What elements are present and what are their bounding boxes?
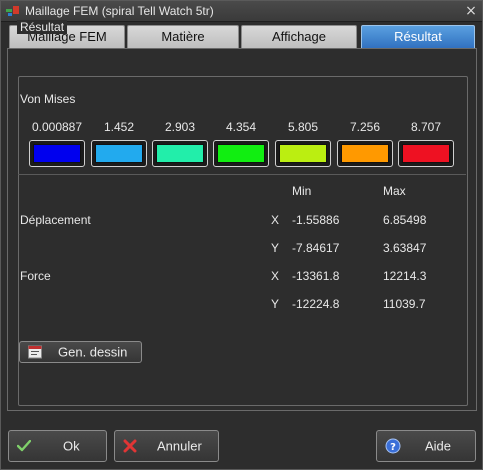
axis-label: Y (271, 241, 280, 255)
max-header: Max (383, 184, 406, 198)
dialog-window: Maillage FEM (spiral Tell Watch 5tr) × M… (0, 0, 483, 470)
gen-dessin-button[interactable]: Gen. dessin (19, 341, 142, 363)
cancel-label: Annuler (157, 438, 202, 454)
row-label-force: Force (20, 269, 51, 283)
min-value: -13361.8 (292, 269, 340, 283)
min-value: -1.55886 (292, 213, 340, 227)
tab-matiere[interactable]: Matière (127, 25, 239, 49)
max-value: 6.85498 (383, 213, 427, 227)
color-swatch-2[interactable] (152, 140, 208, 167)
scale-label: 8.707 (410, 120, 442, 134)
row-label-deplacement: Déplacement (20, 213, 91, 227)
result-group-title: Résultat (17, 20, 68, 34)
axis-label: X (271, 269, 280, 283)
help-button[interactable]: ? Aide (376, 430, 476, 462)
color-swatch-1[interactable] (91, 140, 147, 167)
app-icon (6, 6, 19, 16)
scale-label: 5.805 (287, 120, 319, 134)
von-mises-label: Von Mises (20, 92, 76, 106)
color-swatch-3[interactable] (213, 140, 269, 167)
tab-bar: Maillage FEM Matière Affichage Résultat (9, 25, 475, 49)
scale-label: 7.256 (349, 120, 381, 134)
help-label: Aide (425, 438, 452, 454)
min-value: -7.84617 (292, 241, 340, 255)
checkmark-icon (17, 440, 31, 452)
title-bar[interactable]: Maillage FEM (spiral Tell Watch 5tr) × (1, 1, 482, 22)
close-icon[interactable]: × (464, 4, 478, 18)
cross-icon (123, 439, 137, 453)
ok-label: Ok (63, 438, 80, 454)
color-swatch-4[interactable] (275, 140, 331, 167)
max-value: 3.63847 (383, 241, 427, 255)
scale-label: 4.354 (225, 120, 257, 134)
axis-label: X (271, 213, 280, 227)
axis-label: Y (271, 297, 280, 311)
help-icon: ? (385, 438, 401, 454)
window-title: Maillage FEM (spiral Tell Watch 5tr) (25, 4, 214, 18)
drawing-icon (28, 345, 42, 359)
scale-label: 2.903 (164, 120, 196, 134)
cancel-button[interactable]: Annuler (114, 430, 219, 462)
min-value: -12224.8 (292, 297, 340, 311)
color-swatch-0[interactable] (29, 140, 85, 167)
min-header: Min (292, 184, 312, 198)
scale-label: 0.000887 (31, 120, 83, 134)
gen-dessin-label: Gen. dessin (58, 344, 128, 360)
max-value: 11039.7 (383, 297, 426, 311)
tab-resultat[interactable]: Résultat (361, 25, 475, 49)
max-value: 12214.3 (383, 269, 427, 283)
tab-affichage[interactable]: Affichage (241, 25, 357, 49)
svg-text:?: ? (390, 442, 396, 453)
scale-label: 1.452 (103, 120, 135, 134)
ok-button[interactable]: Ok (8, 430, 107, 462)
color-swatch-6[interactable] (398, 140, 454, 167)
divider (18, 174, 466, 175)
color-swatch-5[interactable] (337, 140, 393, 167)
